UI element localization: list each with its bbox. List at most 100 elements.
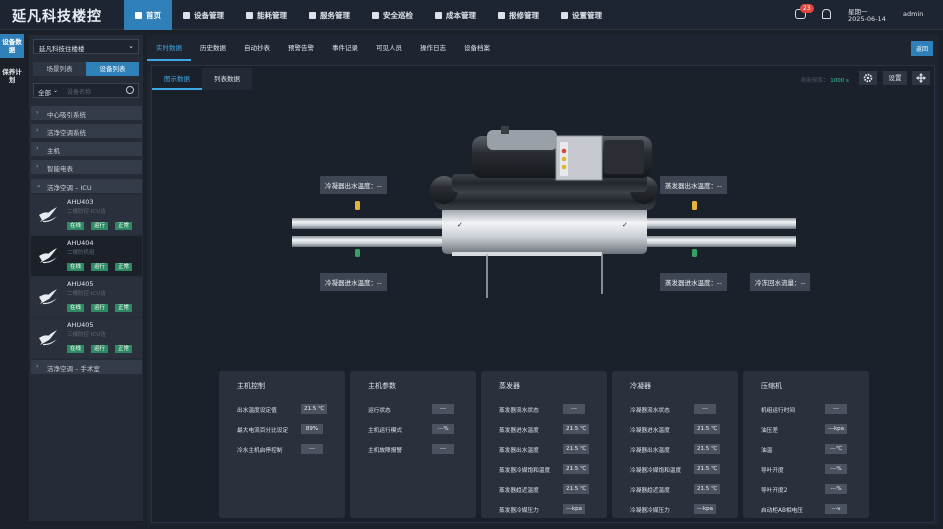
device-name: AHU405 [67,321,94,329]
upper-left-pipe [292,218,452,229]
device-name: AHU404 [67,239,94,247]
row-label: 蒸发器冷媒压力 [499,508,539,514]
device-icon [183,11,190,19]
row-label: 冷凝器趋近温度 [630,488,670,494]
tab-people[interactable]: 可见人员 [367,35,411,61]
building-select[interactable]: 延凡科技住楼楼 ⌄ [33,39,139,54]
view-tabs: 图示数据 列表数据 [152,68,252,90]
row-label: 运行状态 [368,408,391,414]
nav-repair[interactable]: 报修管理 [487,0,550,30]
cond-in-temp: 冷凝器进水温度：-- [320,273,387,291]
status-badge: 正常 [115,222,133,230]
group-surgery[interactable]: › 洁净空调 – 手术室 [31,360,142,374]
indicator-light [561,148,567,154]
tab-realtime[interactable]: 实时数据 [147,35,191,61]
sensor-icon [692,249,697,257]
device-item[interactable]: AHU404 二楼防机组 在线 运行 正常 [31,236,142,276]
device-item[interactable]: AHU405 二楼防控 ICU洁 在线 运行 正常 [31,277,142,317]
nav-settings[interactable]: 设置管理 [550,0,613,30]
nav-home[interactable]: 首页 [124,0,172,30]
chevron-down-icon: ⌄ [36,181,42,189]
row-value[interactable]: --- [301,444,323,454]
gear-icon [561,11,568,19]
group-meter[interactable]: › 智能电表 [31,160,142,174]
tab-history[interactable]: 历史数据 [191,35,235,61]
tab-events[interactable]: 事件记录 [323,35,367,61]
panel-evaporator: 蒸发器 蒸发器流水状态 --- 蒸发器进水温度 21.5 ℃ 蒸发器出水温度 2… [481,371,607,518]
bell-icon[interactable] [822,9,831,19]
building-select-value: 延凡科技住楼楼 [39,45,85,53]
device-item[interactable]: AHU403 二楼防控 ICU洁 在线 运行 正常 [31,195,142,235]
tab-auto-meter[interactable]: 自动抄表 [235,35,279,61]
search-icon[interactable] [126,86,134,94]
main-nav: 首页 设备管理 能耗管理 服务管理 安全巡检 成本管理 报修管理 设置管理 [124,0,613,30]
energy-icon [246,11,253,19]
top-bar: 延凡科技楼控 首页 设备管理 能耗管理 服务管理 安全巡检 成本管理 报修管理 … [0,0,943,30]
row-value: 21.5 ℃ [694,484,721,494]
tab-device-list[interactable]: 设备列表 [86,62,139,76]
nav-service[interactable]: 服务管理 [298,0,361,30]
row-value: ---% [825,484,847,494]
chevron-right-icon: › [36,108,39,116]
row-value[interactable]: 89% [301,424,323,434]
tab-alarm[interactable]: 预警告警 [279,35,323,61]
row-value: ---% [432,424,454,434]
row-value: ---% [825,464,847,474]
group-host[interactable]: › 主机 [31,142,142,156]
row-value[interactable]: 21.5 ℃ [301,404,328,414]
row-label: 主机故障报警 [368,448,403,454]
service-icon [309,11,316,19]
group-icu[interactable]: ⌄ 洁净空调 – ICU [31,179,142,193]
group-center-suction[interactable]: › 中心吸引系统 [31,106,142,120]
row-label: 导叶开度2 [761,488,788,494]
group-label: 中心吸引系统 [47,111,86,119]
status-badge: 运行 [91,263,109,271]
filter-select[interactable]: 全部 [38,87,51,97]
nav-energy[interactable]: 能耗管理 [235,0,298,30]
panel-host-control: 主机控制 出水温度设定值 21.5 ℃ 最大电流百分比设定 89% 冷水主机启停… [219,371,345,518]
rail-device-data[interactable]: 设备数据 [0,34,24,58]
group-clean-ac[interactable]: › 洁净空调系统 [31,124,142,138]
cost-icon [435,11,442,19]
move-button[interactable] [912,71,930,85]
row-label: 冷凝器冷媒饱和温度 [630,468,682,474]
row-label: 蒸发器流水状态 [499,408,539,414]
main-area: 实时数据 历史数据 自动抄表 预警告警 事件记录 可见人员 操作日志 设备档案 … [147,35,939,525]
chill-return-flow: 冷冻回水流量：-- [750,273,811,291]
tab-oplog[interactable]: 操作日志 [411,35,455,61]
tab-archive[interactable]: 设备档案 [455,35,499,61]
chevron-down-icon: ⌄ [53,87,59,94]
tab-diagram[interactable]: 图示数据 [152,68,202,90]
row-label: 蒸发器趋近温度 [499,488,539,494]
nav-device[interactable]: 设备管理 [172,0,235,30]
refresh-value: 1000 s [830,78,849,84]
device-filter[interactable]: 全部 ⌄ 设备名称 [33,83,139,98]
nav-safety[interactable]: 安全巡检 [361,0,424,30]
tab-list[interactable]: 列表数据 [202,68,252,90]
evap-out-temp: 蒸发器出水温度：-- [660,176,727,194]
nav-cost[interactable]: 成本管理 [424,0,487,30]
refresh-rate: 刷新频率： 1000 s [801,76,849,84]
row-value: --- [825,404,847,414]
user-menu[interactable]: admin [903,10,923,18]
row-value: 21.5 ℃ [563,424,590,434]
chevron-right-icon: › [36,162,39,170]
search-input[interactable]: 设备名称 [67,87,91,96]
settings-button[interactable]: 设置 [883,71,907,85]
back-button[interactable]: 返回 [910,41,933,56]
status-badge: 在线 [67,263,85,271]
row-label: 油温 [761,448,773,454]
device-item[interactable]: AHU405 三楼防控 ICU洁 在线 运行 正常 [31,318,142,358]
row-value: ---kpa [563,504,586,514]
group-label: 智能电表 [47,165,73,173]
chiller-base [442,206,647,254]
row-label: 冷凝器出水温度 [630,448,670,454]
flow-arrow-icon: ✓ [457,221,463,229]
flow-arrow-icon: ✓ [622,221,628,229]
rail-maintenance[interactable]: 保养计划 [0,64,24,88]
tab-scene-list[interactable]: 场景列表 [33,62,86,76]
row-value: 21.5 ℃ [694,444,721,454]
status-badge: 在线 [67,304,85,312]
starter [604,140,644,174]
gear-button[interactable] [859,71,877,85]
